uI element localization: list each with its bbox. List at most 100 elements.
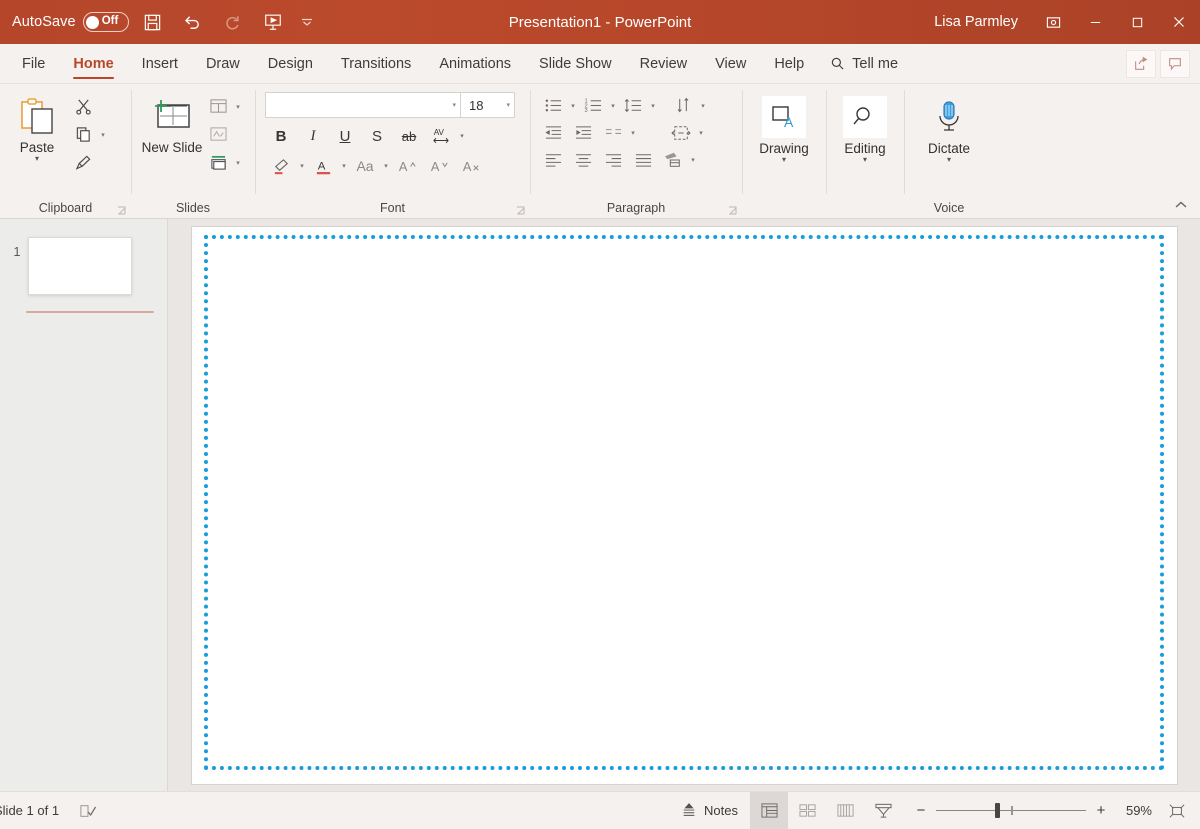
tab-home[interactable]: Home	[59, 44, 127, 83]
share-button[interactable]	[1126, 50, 1156, 78]
editing-button[interactable]: Editing ▾	[832, 90, 898, 163]
account-manager-button[interactable]	[1032, 0, 1074, 44]
slide-placeholder-outline[interactable]	[204, 235, 1164, 770]
increase-font-size-button[interactable]: A	[391, 151, 423, 181]
start-from-beginning-button[interactable]	[253, 2, 293, 42]
paste-dropdown-caret[interactable]: ▾	[35, 156, 39, 162]
font-dialog-launcher[interactable]	[516, 205, 526, 215]
dictate-button[interactable]: Dictate ▾	[912, 90, 986, 163]
increase-indent-button[interactable]	[568, 119, 598, 146]
zoom-in-button[interactable]: +	[1092, 802, 1110, 819]
tab-review[interactable]: Review	[626, 44, 702, 83]
center-button[interactable]	[568, 146, 598, 173]
slide-sorter-view-button[interactable]	[788, 792, 826, 829]
justify-button[interactable]	[628, 146, 658, 173]
tab-slide-show[interactable]: Slide Show	[525, 44, 626, 83]
zoom-out-button[interactable]: −	[912, 802, 930, 819]
numbering-caret[interactable]: ▾	[608, 102, 618, 110]
line-spacing-button[interactable]	[618, 92, 648, 119]
align-text-caret[interactable]: ▾	[696, 129, 706, 137]
format-painter-button[interactable]	[68, 149, 98, 176]
normal-view-button[interactable]	[750, 792, 788, 829]
text-direction-caret[interactable]: ▾	[698, 102, 708, 110]
tab-file[interactable]: File	[8, 44, 59, 83]
redo-button[interactable]	[213, 2, 253, 42]
smartart-caret[interactable]: ▾	[688, 156, 698, 164]
text-direction-button[interactable]	[668, 92, 698, 119]
slide-show-button[interactable]	[864, 792, 902, 829]
section-dropdown-caret[interactable]: ▾	[233, 159, 243, 167]
user-account-name[interactable]: Lisa Parmley	[920, 14, 1032, 30]
reset-button[interactable]	[203, 121, 233, 148]
drawing-button[interactable]: A Drawing ▾	[748, 90, 820, 163]
font-name-caret-icon[interactable]: ▾	[449, 101, 456, 109]
fit-slide-to-window-button[interactable]	[1162, 803, 1192, 819]
strikethrough-button[interactable]: ab	[393, 121, 425, 151]
minimize-button[interactable]	[1074, 0, 1116, 44]
layout-dropdown-caret[interactable]: ▾	[233, 103, 243, 111]
decrease-font-size-button[interactable]: A	[423, 151, 455, 181]
notes-button[interactable]: Notes	[669, 797, 750, 825]
tab-help[interactable]: Help	[760, 44, 818, 83]
comments-button[interactable]	[1160, 50, 1190, 78]
text-highlight-color-button[interactable]	[265, 151, 297, 181]
new-slide-button[interactable]: New Slide	[141, 90, 203, 155]
font-size-caret-icon[interactable]: ▾	[503, 101, 510, 109]
tab-view[interactable]: View	[701, 44, 760, 83]
numbering-button[interactable]: 1 2 3	[578, 92, 608, 119]
copy-button[interactable]	[68, 121, 98, 148]
reading-view-button[interactable]	[826, 792, 864, 829]
tab-insert[interactable]: Insert	[128, 44, 192, 83]
cut-button[interactable]	[68, 93, 98, 120]
clipboard-dialog-launcher[interactable]	[117, 205, 127, 215]
slide-count-label[interactable]: Slide 1 of 1	[0, 803, 59, 818]
zoom-percentage[interactable]: 59%	[1116, 803, 1156, 818]
font-size-combobox[interactable]: 18 ▾	[461, 92, 515, 118]
layout-button[interactable]	[203, 93, 233, 120]
bullets-button[interactable]	[538, 92, 568, 119]
drawing-dropdown-caret[interactable]: ▾	[782, 157, 786, 163]
tell-me-search[interactable]: Tell me	[818, 44, 910, 83]
font-color-button[interactable]: A	[307, 151, 339, 181]
font-name-combobox[interactable]: ▾	[265, 92, 461, 118]
accessibility-check-button[interactable]	[71, 797, 105, 825]
decrease-indent-button[interactable]	[538, 119, 568, 146]
character-spacing-caret[interactable]: ▾	[457, 132, 467, 140]
convert-to-smartart-button[interactable]	[658, 146, 688, 173]
slide-thumbnail-pane[interactable]: 1	[0, 219, 168, 791]
align-left-button[interactable]	[538, 146, 568, 173]
change-case-caret[interactable]: ▾	[381, 162, 391, 170]
text-shadow-button[interactable]: S	[361, 121, 393, 151]
line-spacing-caret[interactable]: ▾	[648, 102, 658, 110]
italic-button[interactable]: I	[297, 121, 329, 151]
bullets-caret[interactable]: ▾	[568, 102, 578, 110]
maximize-button[interactable]	[1116, 0, 1158, 44]
tab-design[interactable]: Design	[254, 44, 327, 83]
section-button[interactable]	[203, 149, 233, 176]
tab-transitions[interactable]: Transitions	[327, 44, 425, 83]
change-case-button[interactable]: Aa	[349, 151, 381, 181]
align-text-button[interactable]	[666, 119, 696, 146]
undo-button[interactable]	[173, 2, 213, 42]
character-spacing-button[interactable]: AV	[425, 121, 457, 151]
tab-animations[interactable]: Animations	[425, 44, 525, 83]
slide-thumbnail-1[interactable]	[28, 237, 132, 295]
columns-button[interactable]	[598, 119, 628, 146]
tab-draw[interactable]: Draw	[192, 44, 254, 83]
clear-all-formatting-button[interactable]: A	[455, 151, 487, 181]
slide-canvas[interactable]	[192, 227, 1177, 784]
editing-dropdown-caret[interactable]: ▾	[863, 157, 867, 163]
underline-button[interactable]: U	[329, 121, 361, 151]
collapse-ribbon-button[interactable]	[1170, 196, 1192, 214]
autosave-toggle[interactable]: AutoSave Off	[8, 7, 133, 37]
close-button[interactable]	[1158, 0, 1200, 44]
font-color-caret[interactable]: ▾	[339, 162, 349, 170]
copy-dropdown-caret[interactable]: ▾	[98, 131, 108, 139]
paste-button[interactable]: Paste ▾	[6, 90, 68, 162]
columns-caret[interactable]: ▾	[628, 129, 638, 137]
paragraph-dialog-launcher[interactable]	[728, 205, 738, 215]
align-right-button[interactable]	[598, 146, 628, 173]
zoom-slider-handle[interactable]	[995, 803, 1000, 818]
zoom-slider[interactable]	[936, 804, 1086, 818]
customize-quick-access-toolbar-button[interactable]	[293, 2, 321, 42]
